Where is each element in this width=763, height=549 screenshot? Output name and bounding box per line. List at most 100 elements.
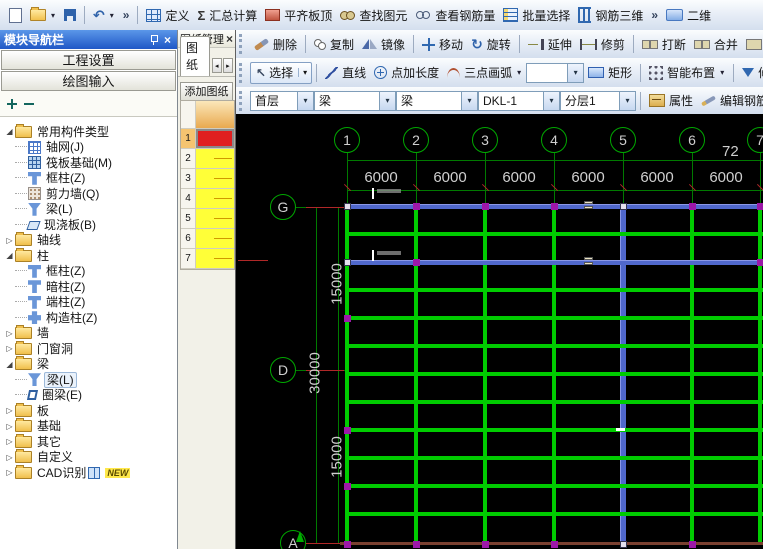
sheet-row[interactable]: 1 bbox=[181, 129, 234, 149]
expanded-icon[interactable]: ◢ bbox=[4, 251, 15, 260]
tree-folder-row[interactable]: ▷ 门窗洞 bbox=[0, 340, 177, 357]
tree-item-row[interactable]: 筏板基础(M) bbox=[0, 155, 177, 171]
trim-button[interactable]: 修剪 bbox=[576, 34, 629, 55]
tree-folder-row[interactable]: ▷ CAD识别 NEW bbox=[0, 464, 177, 481]
view-2d-button[interactable]: 二维 bbox=[662, 5, 715, 26]
tree-item-row[interactable]: 端柱(Z) bbox=[0, 295, 177, 311]
collapsed-icon[interactable]: ▷ bbox=[4, 422, 15, 431]
undo-dropdown-icon[interactable]: ▾ bbox=[109, 11, 115, 20]
add-sheet-button[interactable]: 添加图纸 bbox=[180, 82, 233, 101]
collapse-all-icon[interactable] bbox=[24, 102, 34, 105]
tree-folder-row[interactable]: ▷ 板 bbox=[0, 402, 177, 419]
pin-icon[interactable] bbox=[149, 34, 158, 45]
floor-dropdown-icon[interactable]: ▾ bbox=[297, 91, 313, 110]
tree-item-row[interactable]: 暗柱(Z) bbox=[0, 279, 177, 295]
beam[interactable] bbox=[345, 400, 763, 404]
arc-combo-dropdown-icon[interactable]: ▾ bbox=[567, 63, 584, 82]
rectangle-button[interactable]: 矩形 bbox=[584, 62, 636, 83]
collapsed-icon[interactable]: ▷ bbox=[4, 437, 15, 446]
beam[interactable] bbox=[345, 456, 763, 460]
cad-viewport[interactable]: 1 2 3 4 5 6 7 6000 6000 6000 6000 6000 6000 72 G D A 1500… bbox=[236, 114, 763, 549]
tree-item-row[interactable]: 框柱(Z) bbox=[0, 171, 177, 187]
tree-folder-row[interactable]: ▷ 轴线 bbox=[0, 232, 177, 249]
layer-combo[interactable]: 分层1 ▾ bbox=[560, 90, 636, 111]
tree-folder-row[interactable]: ▷ 其它 bbox=[0, 433, 177, 450]
expanded-icon[interactable]: ◢ bbox=[4, 360, 15, 369]
sheet-thumb[interactable] bbox=[196, 209, 234, 228]
break-button[interactable]: 打断 bbox=[638, 34, 690, 55]
sheet-thumb[interactable] bbox=[196, 229, 234, 248]
collapsed-icon[interactable]: ▷ bbox=[4, 453, 15, 462]
align-slab-top-button[interactable]: 平齐板顶 bbox=[261, 5, 336, 26]
tab-scroll-left-button[interactable]: ◂ bbox=[211, 58, 222, 73]
beam[interactable] bbox=[345, 428, 763, 432]
axis-bubble-left[interactable]: D bbox=[270, 357, 296, 383]
select-button[interactable]: ↖ 选择 ▾ bbox=[250, 61, 313, 84]
clipped-button[interactable] bbox=[742, 37, 763, 52]
merge-button[interactable]: 合并 bbox=[690, 34, 742, 55]
tree-item-row[interactable]: 圈梁(E) bbox=[0, 388, 177, 404]
sheet-thumb[interactable] bbox=[196, 189, 234, 208]
sheet-row[interactable]: 7 bbox=[181, 249, 234, 269]
select-dropdown-icon[interactable]: ▾ bbox=[298, 68, 311, 77]
copy-button[interactable]: 复制 bbox=[310, 34, 358, 55]
element-type-combo[interactable]: 梁 ▾ bbox=[396, 90, 478, 111]
tree-folder-row[interactable]: ▷ 墙 bbox=[0, 325, 177, 342]
tree-folder-row[interactable]: ▷ 基础 bbox=[0, 418, 177, 435]
line-button[interactable]: 直线 bbox=[321, 62, 370, 83]
beam[interactable] bbox=[345, 344, 763, 348]
tree-item-row[interactable]: 框柱(Z) bbox=[0, 264, 177, 280]
mirror-button[interactable]: 镜像 bbox=[358, 34, 409, 55]
arc-dropdown-icon[interactable]: ▾ bbox=[516, 68, 522, 77]
sheet-manager-close-icon[interactable]: × bbox=[226, 32, 233, 46]
toolbar-grip[interactable] bbox=[239, 34, 246, 54]
tree-item-row[interactable]: 剪力墙(Q) bbox=[0, 186, 177, 202]
axis-bubble-top[interactable]: 4 bbox=[541, 127, 567, 153]
category-combo[interactable]: 梁 ▾ bbox=[314, 90, 396, 111]
undo-button[interactable]: ↶ ▾ bbox=[89, 7, 119, 23]
beam-selected[interactable] bbox=[345, 260, 763, 265]
axis-bubble-top[interactable]: 5 bbox=[610, 127, 636, 153]
sheet-thumb[interactable] bbox=[196, 169, 234, 188]
toolbar-overflow-icon[interactable]: » bbox=[119, 8, 134, 22]
beam[interactable] bbox=[345, 372, 763, 376]
define-button[interactable]: 定义 bbox=[142, 5, 193, 26]
collapsed-icon[interactable]: ▷ bbox=[4, 406, 15, 415]
view-rebar-qty-button[interactable]: 查看钢筋量 bbox=[411, 5, 499, 26]
toolbar-overflow2-icon[interactable]: » bbox=[647, 8, 662, 22]
rotate-button[interactable]: ↻ 旋转 bbox=[467, 34, 515, 55]
batch-select-button[interactable]: 批量选择 bbox=[499, 5, 574, 26]
beam[interactable] bbox=[345, 232, 763, 236]
tree-folder-row[interactable]: ▷ 自定义 bbox=[0, 449, 177, 466]
toolbar-grip[interactable] bbox=[239, 90, 246, 111]
tree-folder-row[interactable]: ◢ 柱 bbox=[0, 247, 177, 264]
edit-rebar-button[interactable]: 编辑钢筋 bbox=[697, 90, 763, 111]
three-point-arc-button[interactable]: 三点画弧 ▾ bbox=[443, 62, 526, 83]
sheet-row[interactable]: 2 bbox=[181, 149, 234, 169]
smart-layout-button[interactable]: 智能布置 ▾ bbox=[645, 62, 729, 83]
axis-bubble-top[interactable]: 3 bbox=[472, 127, 498, 153]
element-name-dropdown-icon[interactable]: ▾ bbox=[543, 91, 559, 110]
sheet-thumb-selected[interactable] bbox=[196, 129, 234, 148]
sheet-thumb[interactable] bbox=[196, 149, 234, 168]
floor-combo[interactable]: 首层 ▾ bbox=[250, 90, 314, 111]
modify-button[interactable]: 修 bbox=[738, 62, 763, 83]
find-element-button[interactable]: 查找图元 bbox=[336, 5, 411, 26]
tab-sheets[interactable]: 图纸 bbox=[180, 36, 210, 76]
smart-layout-dropdown-icon[interactable]: ▾ bbox=[719, 68, 725, 77]
expand-all-icon[interactable] bbox=[7, 98, 17, 109]
save-button[interactable] bbox=[60, 7, 80, 23]
axis-bubble-top[interactable]: 2 bbox=[403, 127, 429, 153]
extend-button[interactable]: 延伸 bbox=[524, 34, 576, 55]
properties-button[interactable]: 属性 bbox=[645, 90, 697, 111]
rebar-3d-button[interactable]: 钢筋三维 bbox=[574, 5, 647, 26]
new-file-button[interactable] bbox=[5, 6, 26, 25]
element-type-dropdown-icon[interactable]: ▾ bbox=[461, 91, 477, 110]
open-dropdown-icon[interactable]: ▾ bbox=[50, 11, 56, 20]
toolbar-grip[interactable] bbox=[239, 62, 246, 83]
summary-calc-button[interactable]: Σ 汇总计算 bbox=[193, 5, 261, 26]
axis-bubble-top[interactable]: 6 bbox=[679, 127, 705, 153]
tree-folder-row[interactable]: ◢ 常用构件类型 bbox=[0, 123, 177, 140]
draw-input-button[interactable]: 绘图输入 bbox=[1, 71, 176, 91]
point-add-length-button[interactable]: 点加长度 bbox=[370, 62, 443, 83]
